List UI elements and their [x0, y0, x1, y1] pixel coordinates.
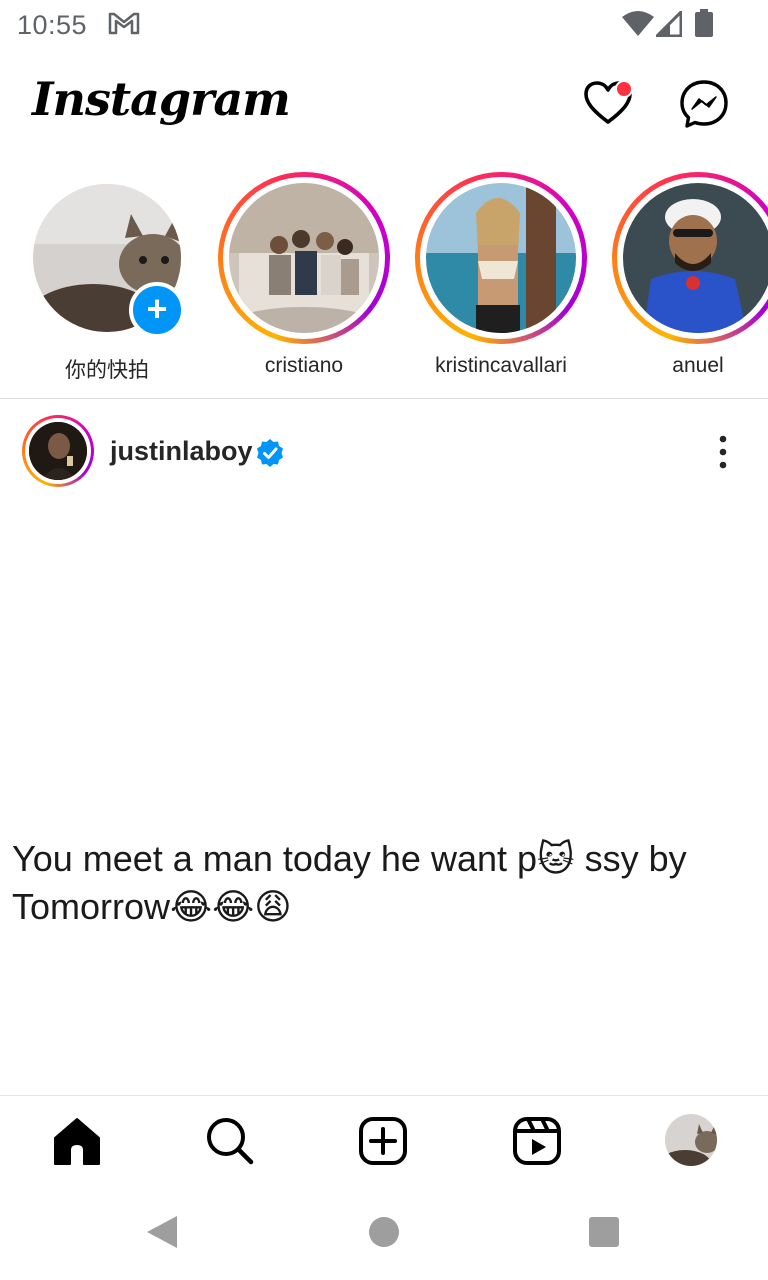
- story-name: 你的快拍: [65, 359, 149, 382]
- story-kristincavallari[interactable]: kristincavallari: [409, 168, 589, 388]
- story-avatar: [229, 183, 379, 333]
- signal-icon: [656, 11, 682, 37]
- notification-dot: [615, 80, 633, 98]
- gmail-icon: [108, 12, 140, 35]
- home-button-icon[interactable]: [369, 1217, 399, 1247]
- system-navigation-bar: [0, 1190, 768, 1280]
- post-avatar-ring[interactable]: [22, 415, 94, 487]
- bottom-navigation: [0, 1096, 768, 1186]
- search-icon[interactable]: [203, 1114, 257, 1168]
- reels-icon[interactable]: [510, 1114, 564, 1168]
- story-ring: [612, 172, 768, 344]
- status-bar: 10:55: [0, 0, 768, 50]
- story-avatar: [426, 183, 576, 333]
- instagram-logo[interactable]: Instagram: [32, 72, 291, 126]
- status-time: 10:55: [17, 10, 88, 40]
- stories-tray: + 你的快拍 cristiano kristincavallari anuel: [0, 168, 768, 398]
- story-anuel[interactable]: anuel: [606, 168, 768, 388]
- story-ring: [415, 172, 587, 344]
- recent-apps-icon[interactable]: [589, 1217, 619, 1247]
- post-header: justinlaboy: [0, 410, 768, 494]
- app-header: Instagram: [0, 58, 768, 154]
- story-name: anuel: [672, 354, 724, 377]
- post-text-line1-b: ssy by: [584, 838, 687, 879]
- wifi-icon: [622, 11, 654, 36]
- home-icon[interactable]: [50, 1114, 104, 1168]
- verified-badge-icon: [257, 439, 283, 467]
- post-caption-image-text: You meet a man today he want p🐱 ssy by T…: [12, 835, 762, 931]
- profile-avatar[interactable]: [665, 1114, 717, 1166]
- story-name: kristincavallari: [435, 354, 567, 377]
- story-own[interactable]: + 你的快拍: [0, 168, 185, 388]
- post-text-line1-a: You meet a man today he want p: [12, 838, 538, 879]
- story-avatar: [623, 183, 768, 333]
- story-ring: [218, 172, 390, 344]
- back-icon[interactable]: [145, 1214, 179, 1250]
- battery-icon: [695, 9, 713, 37]
- post-text-emojis: 😂😂😩: [170, 886, 292, 927]
- instagram-feed-screen: 10:55 Instagram + 你的快拍 cristiano kristin…: [0, 0, 768, 1280]
- add-story-button[interactable]: +: [129, 282, 185, 338]
- post-username[interactable]: justinlaboy: [110, 436, 253, 467]
- story-name: cristiano: [264, 354, 344, 377]
- post-author-avatar: [29, 422, 87, 480]
- create-post-icon[interactable]: [356, 1114, 410, 1168]
- messenger-icon[interactable]: [678, 78, 730, 130]
- stories-divider: [0, 398, 768, 399]
- more-options-icon[interactable]: [708, 432, 738, 472]
- post-text-line2-a: Tomorrow: [12, 886, 171, 927]
- story-cristiano[interactable]: cristiano: [212, 168, 392, 388]
- post-text-emoji-cat: 🐱: [537, 838, 575, 879]
